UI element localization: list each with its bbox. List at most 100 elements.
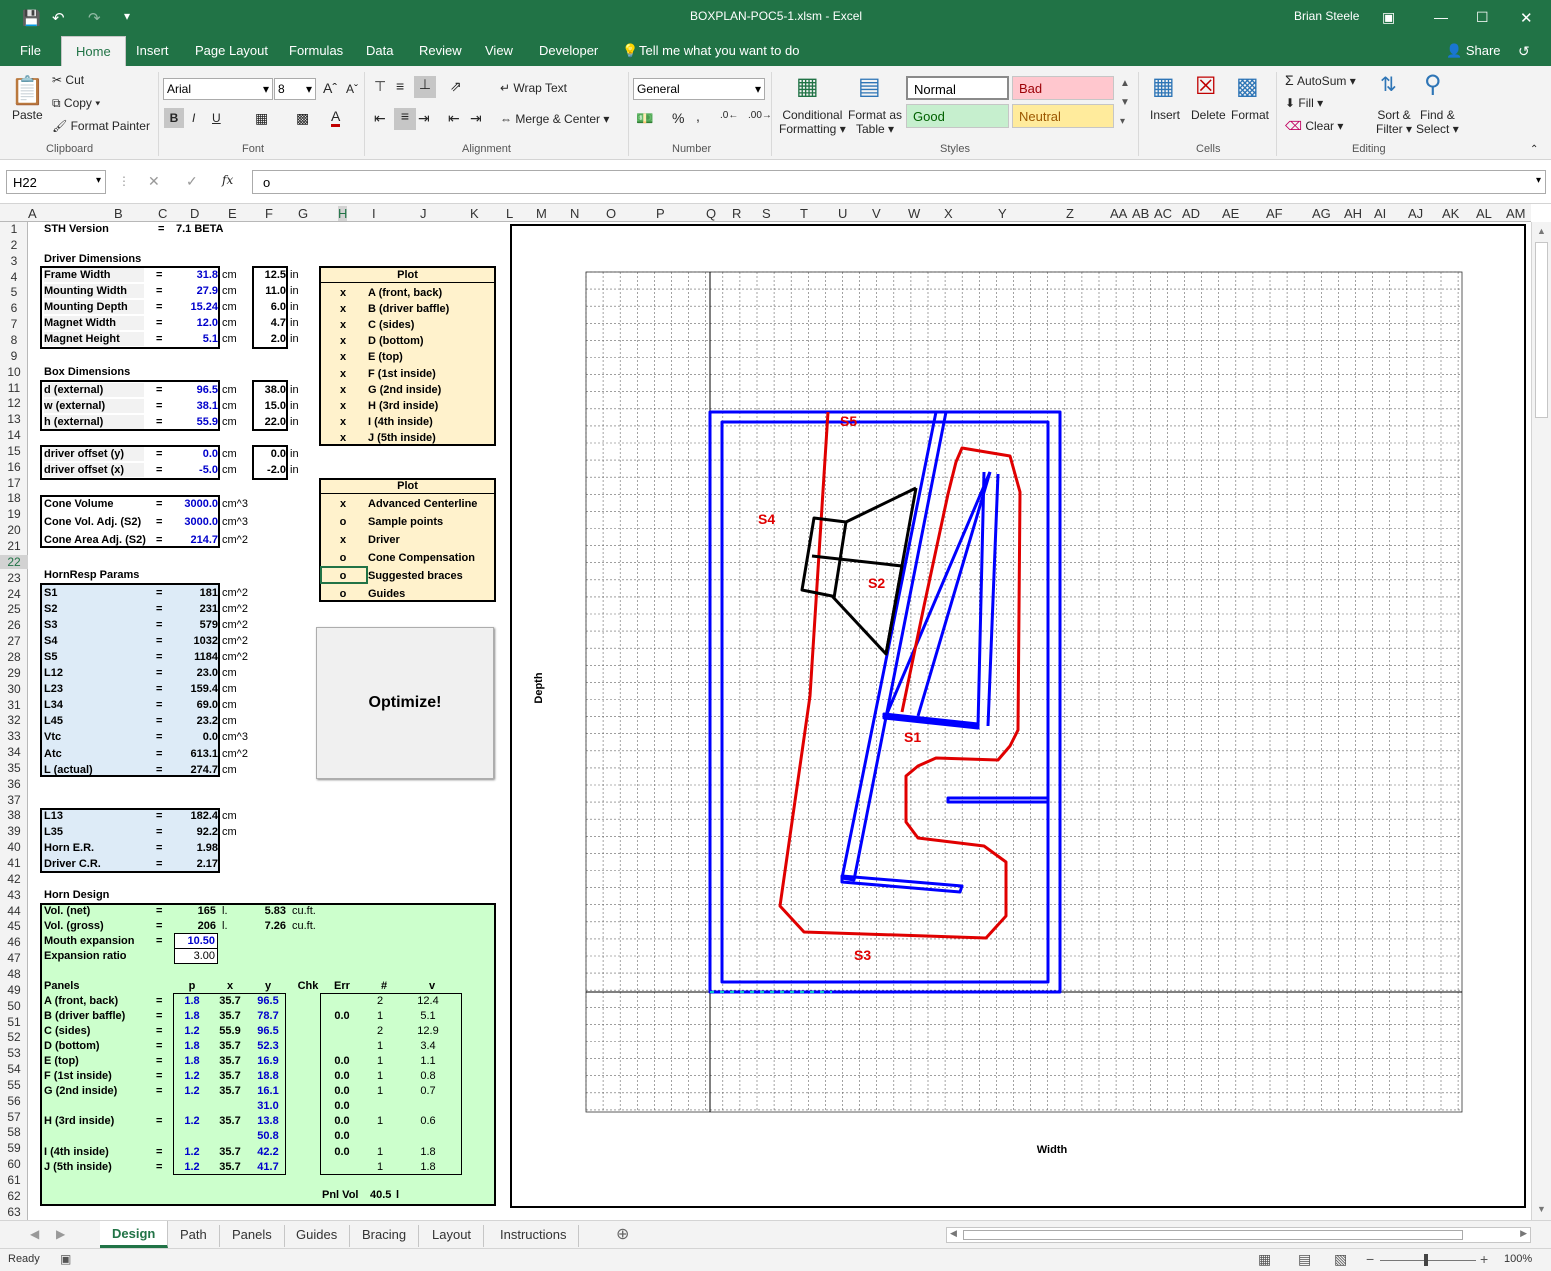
dim-value[interactable]: 31.8: [174, 268, 218, 282]
panel-label[interactable]: B (driver baffle): [44, 1009, 125, 1023]
driver-dimensions-title[interactable]: Driver Dimensions: [44, 252, 141, 266]
col-header[interactable]: G: [298, 206, 308, 221]
param-value[interactable]: 613.1: [168, 747, 218, 761]
panel-y[interactable]: 96.5: [250, 1024, 286, 1038]
panel-count[interactable]: 1: [366, 1114, 394, 1128]
param-eq[interactable]: =: [156, 650, 162, 664]
row-header[interactable]: 48: [0, 967, 28, 981]
shrink-font-icon[interactable]: Aˇ: [346, 82, 358, 96]
row-header[interactable]: 44: [0, 904, 28, 918]
dim-inch-unit[interactable]: in: [290, 463, 299, 477]
horn-label[interactable]: Vol. (net): [44, 904, 90, 918]
fill-color-icon[interactable]: ▩: [296, 110, 309, 127]
param-unit[interactable]: cm^3: [222, 730, 248, 744]
col-header[interactable]: AB: [1132, 206, 1149, 221]
horn-label[interactable]: Vol. (gross): [44, 919, 104, 933]
format-painter-button[interactable]: 🖌 Format Painter: [52, 119, 150, 133]
dim-inches[interactable]: 11.0: [254, 284, 286, 298]
panel-eq[interactable]: =: [156, 1009, 162, 1023]
row-header[interactable]: 29: [0, 666, 28, 680]
increase-indent-icon[interactable]: ⇥: [470, 110, 482, 127]
param-label[interactable]: L12: [44, 666, 63, 680]
panel-p[interactable]: 1.8: [174, 1009, 210, 1023]
param-value[interactable]: 214.7: [168, 533, 218, 547]
dim-value[interactable]: 55.9: [174, 415, 218, 429]
panel-eq[interactable]: =: [156, 1160, 162, 1174]
dim-inch-unit[interactable]: in: [290, 383, 299, 397]
cell-version[interactable]: 7.1 BETA: [176, 222, 223, 236]
dim-inches[interactable]: 2.0: [254, 332, 286, 346]
customize-qat-icon[interactable]: ▾: [124, 9, 130, 23]
redo-icon[interactable]: ↷: [88, 9, 101, 27]
panel-eq[interactable]: =: [156, 1084, 162, 1098]
param-unit[interactable]: cm^3: [222, 515, 248, 529]
panel-eq[interactable]: =: [156, 1039, 162, 1053]
col-header[interactable]: B: [114, 206, 123, 221]
plot-mark[interactable]: x: [320, 415, 366, 429]
delete-cells-icon[interactable]: ☒: [1195, 72, 1217, 101]
row-header[interactable]: 34: [0, 745, 28, 759]
font-name-select[interactable]: Arial ▾: [163, 78, 273, 100]
dim-unit[interactable]: cm: [222, 447, 237, 461]
expansion-ratio-value[interactable]: 3.00: [174, 948, 218, 964]
find-select-icon[interactable]: ⚲: [1424, 70, 1442, 99]
row-header[interactable]: 36: [0, 777, 28, 791]
param-value[interactable]: 1.98: [168, 841, 218, 855]
param-eq[interactable]: =: [156, 533, 162, 547]
row-header[interactable]: 8: [0, 333, 28, 347]
plot-item[interactable]: F (1st inside): [368, 367, 436, 381]
row-header[interactable]: 1: [0, 222, 28, 236]
row-header[interactable]: 24: [0, 587, 28, 601]
param-eq[interactable]: =: [156, 618, 162, 632]
param-unit[interactable]: cm^2: [222, 618, 248, 632]
col-header[interactable]: AL: [1476, 206, 1492, 221]
panel-err[interactable]: 0.0: [324, 1084, 360, 1098]
row-header[interactable]: 5: [0, 285, 28, 299]
param-value[interactable]: 159.4: [168, 682, 218, 696]
maximize-icon[interactable]: ☐: [1476, 9, 1489, 26]
save-icon[interactable]: 💾: [22, 9, 41, 27]
param-eq[interactable]: =: [156, 586, 162, 600]
row-header[interactable]: 2: [0, 238, 28, 252]
panel-y[interactable]: 16.9: [250, 1054, 286, 1068]
panel-y[interactable]: 96.5: [250, 994, 286, 1008]
plot-item[interactable]: E (top): [368, 350, 403, 364]
dim-eq[interactable]: =: [156, 268, 162, 282]
horn-value-2[interactable]: 5.83: [252, 904, 286, 918]
plot-mark[interactable]: o: [320, 587, 366, 601]
box-plan-chart[interactable]: Width Depth S4 S5 S2 S1 S3: [510, 224, 1526, 1208]
dim-value[interactable]: 96.5: [174, 383, 218, 397]
param-unit[interactable]: cm: [222, 825, 237, 839]
param-value[interactable]: 231: [168, 602, 218, 616]
align-middle-icon[interactable]: ≡: [396, 78, 404, 94]
style-bad[interactable]: Bad: [1012, 76, 1114, 100]
plot-item[interactable]: Driver: [368, 533, 400, 547]
paste-button[interactable]: Paste: [12, 108, 43, 122]
conditional-formatting-button[interactable]: Conditional Formatting ▾: [779, 108, 846, 136]
panel-v[interactable]: 1.1: [396, 1054, 460, 1068]
row-header[interactable]: 21: [0, 539, 28, 553]
dim-label[interactable]: Magnet Width: [44, 316, 144, 331]
tab-view[interactable]: View: [485, 43, 513, 58]
dim-unit[interactable]: cm: [222, 332, 237, 346]
panel-y[interactable]: 18.8: [250, 1069, 286, 1083]
row-header[interactable]: 45: [0, 919, 28, 933]
col-header[interactable]: T: [800, 206, 808, 221]
share-button[interactable]: 👤 Share: [1446, 43, 1501, 59]
row-header[interactable]: 59: [0, 1141, 28, 1155]
col-header[interactable]: J: [420, 206, 427, 221]
format-cells-button[interactable]: Format: [1231, 108, 1269, 122]
param-value[interactable]: 3000.0: [168, 515, 218, 529]
row-header[interactable]: 63: [0, 1205, 28, 1219]
dim-eq[interactable]: =: [156, 300, 162, 314]
panel-y[interactable]: 13.8: [250, 1114, 286, 1128]
col-header[interactable]: H: [338, 206, 348, 221]
row-header[interactable]: 16: [0, 460, 28, 474]
param-eq[interactable]: =: [156, 809, 162, 823]
row-header[interactable]: 53: [0, 1046, 28, 1060]
param-label[interactable]: S1: [44, 586, 57, 600]
plot-mark[interactable]: x: [320, 286, 366, 300]
formula-input[interactable]: o ▾: [252, 170, 1546, 194]
panel-eq[interactable]: =: [156, 994, 162, 1008]
panel-count[interactable]: 1: [366, 1160, 394, 1174]
